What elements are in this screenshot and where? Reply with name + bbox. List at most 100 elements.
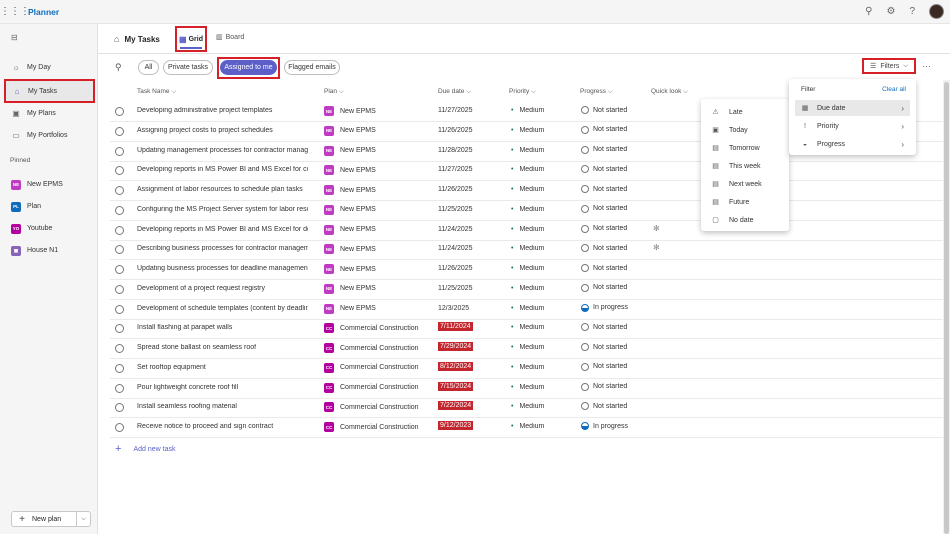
column-priority[interactable]: Priority ⌵	[509, 88, 536, 96]
tab-grid[interactable]: ▦ Grid	[175, 26, 207, 52]
task-due-date[interactable]: 7/22/2024	[438, 401, 474, 411]
complete-checkbox[interactable]	[115, 304, 124, 314]
column-progress[interactable]: Progress ⌵	[580, 88, 613, 96]
task-priority[interactable]: Medium	[511, 107, 544, 114]
filter-priority[interactable]: ! Priority ›	[795, 118, 910, 134]
complete-checkbox[interactable]	[115, 205, 124, 215]
task-name[interactable]: Install seamless roofing material	[137, 403, 308, 410]
task-due-date[interactable]: 7/15/2024	[438, 381, 474, 391]
column-due-date[interactable]: Due date ⌵	[438, 88, 471, 96]
due-option-today[interactable]: ▣ Today	[701, 121, 789, 139]
task-name[interactable]: Assigning project costs to project sched…	[137, 127, 308, 134]
sidebar-item-new-epms[interactable]: NE New EPMS	[5, 174, 94, 195]
task-priority[interactable]: Medium	[511, 147, 544, 154]
table-row[interactable]: Assignment of labor resources to schedul…	[110, 181, 950, 201]
sidebar-item-my-portfolios[interactable]: ▭ My Portfolios	[5, 125, 94, 146]
task-due-date[interactable]: 11/25/2025	[438, 285, 473, 292]
task-progress[interactable]: Not started	[581, 402, 627, 411]
app-launcher-icon[interactable]: ⋮⋮⋮	[0, 6, 30, 17]
task-plan[interactable]: NE New EPMS	[324, 264, 376, 274]
help-icon[interactable]: ?	[909, 6, 915, 17]
task-progress[interactable]: Not started	[581, 362, 627, 371]
task-due-date[interactable]: 11/24/2025	[438, 226, 473, 233]
task-plan[interactable]: NE New EPMS	[324, 204, 376, 215]
complete-checkbox[interactable]	[115, 324, 124, 334]
task-name[interactable]: Updating management processes for contra…	[137, 147, 308, 154]
task-plan[interactable]: NE New EPMS	[324, 165, 376, 176]
complete-checkbox[interactable]	[115, 225, 124, 235]
task-name[interactable]: Pour lightweight concrete roof fill	[137, 384, 308, 391]
task-due-date[interactable]: 11/26/2025	[438, 265, 473, 272]
task-progress[interactable]: Not started	[581, 264, 627, 272]
task-due-date[interactable]: 7/11/2024	[438, 322, 473, 332]
complete-checkbox[interactable]	[115, 126, 124, 136]
new-plan-button[interactable]: + New plan ⌵	[11, 511, 91, 527]
column-task-name[interactable]: Task Name ⌵	[137, 88, 176, 96]
task-plan[interactable]: NE New EPMS	[324, 145, 376, 156]
table-row[interactable]: Receive notice to proceed and sign contr…	[110, 418, 950, 438]
complete-checkbox[interactable]	[115, 166, 124, 176]
task-plan[interactable]: CC Commercial Construction	[324, 422, 419, 432]
due-option-this-week[interactable]: ▤ This week	[701, 157, 789, 175]
task-due-date[interactable]: 9/12/2023	[438, 421, 474, 430]
column-plan[interactable]: Plan ⌵	[324, 88, 344, 96]
task-name[interactable]: Development of a project request registr…	[137, 285, 308, 292]
complete-checkbox[interactable]	[115, 423, 124, 432]
table-row[interactable]: Development of a project request registr…	[110, 280, 950, 300]
task-plan[interactable]: NE New EPMS	[324, 185, 376, 195]
column-quick-look[interactable]: Quick look ⌵	[651, 88, 688, 96]
task-due-date[interactable]: 8/12/2024	[438, 361, 474, 371]
collapse-sidebar-icon[interactable]: ⊟	[11, 33, 18, 42]
complete-checkbox[interactable]	[115, 245, 124, 255]
task-priority[interactable]: Medium	[511, 344, 544, 351]
complete-checkbox[interactable]	[115, 265, 124, 274]
complete-checkbox[interactable]	[115, 186, 124, 195]
task-plan[interactable]: NE New EPMS	[324, 303, 376, 314]
pill-all[interactable]: All	[138, 60, 159, 75]
task-name[interactable]: Configuring the MS Project Server system…	[137, 206, 308, 213]
task-name[interactable]: Set rooftop equipment	[137, 364, 308, 371]
task-plan[interactable]: CC Commercial Construction	[324, 343, 419, 353]
task-priority[interactable]: Medium	[511, 265, 544, 272]
table-row[interactable]: Install flashing at parapet walls CC Comme…	[110, 319, 950, 340]
complete-checkbox[interactable]	[115, 383, 124, 393]
task-progress[interactable]: Not started	[581, 382, 627, 391]
task-name[interactable]: Assignment of labor resources to schedul…	[137, 186, 308, 193]
task-name[interactable]: Developing administrative project templa…	[137, 107, 308, 114]
task-progress[interactable]: Not started	[581, 165, 627, 174]
task-priority[interactable]: Medium	[511, 423, 544, 430]
tab-board[interactable]: ▥ Board	[216, 33, 244, 41]
complete-checkbox[interactable]	[115, 363, 124, 373]
table-row[interactable]: Updating business processes for deadline…	[110, 260, 950, 280]
task-progress[interactable]: Not started	[581, 343, 627, 351]
more-options-icon[interactable]: ···	[922, 61, 931, 71]
quick-look-icon[interactable]: ✻	[653, 243, 660, 252]
sidebar-item-my-day[interactable]: ☼ My Day	[5, 57, 94, 78]
table-row[interactable]: Spread stone ballast on seamless roof CC C…	[110, 339, 950, 359]
chevron-down-icon[interactable]: ⌵	[76, 512, 90, 526]
task-progress[interactable]: Not started	[581, 323, 627, 332]
sidebar-item-youtube[interactable]: YO Youtube	[5, 218, 94, 239]
task-progress[interactable]: Not started	[581, 125, 627, 134]
task-priority[interactable]: Medium	[511, 285, 544, 292]
task-plan[interactable]: NE New EPMS	[324, 244, 376, 255]
task-due-date[interactable]: 11/27/2025	[438, 107, 473, 114]
complete-checkbox[interactable]	[115, 284, 124, 294]
task-progress[interactable]: Not started	[581, 106, 627, 114]
task-progress[interactable]: Not started	[581, 145, 627, 154]
task-progress[interactable]: Not started	[581, 283, 627, 292]
task-plan[interactable]: CC Commercial Construction	[324, 362, 419, 373]
task-plan[interactable]: NE New EPMS	[324, 283, 376, 294]
task-priority[interactable]: Medium	[511, 245, 544, 252]
add-new-task-button[interactable]: + Add new task	[115, 443, 175, 455]
task-plan[interactable]: NE New EPMS	[324, 106, 376, 116]
task-plan[interactable]: CC Commercial Construction	[324, 323, 419, 334]
task-due-date[interactable]: 11/27/2025	[438, 166, 473, 173]
task-name[interactable]: Spread stone ballast on seamless roof	[137, 344, 308, 351]
pill-private-tasks[interactable]: Private tasks	[163, 60, 213, 75]
due-option-tomorrow[interactable]: ▤ Tomorrow	[701, 139, 789, 157]
table-row[interactable]: Developing reports in MS Power BI and MS…	[110, 221, 950, 241]
task-name[interactable]: Developing reports in MS Power BI and MS…	[137, 166, 308, 173]
task-priority[interactable]: Medium	[511, 384, 544, 391]
due-option-late[interactable]: ⚠ Late	[701, 103, 789, 121]
